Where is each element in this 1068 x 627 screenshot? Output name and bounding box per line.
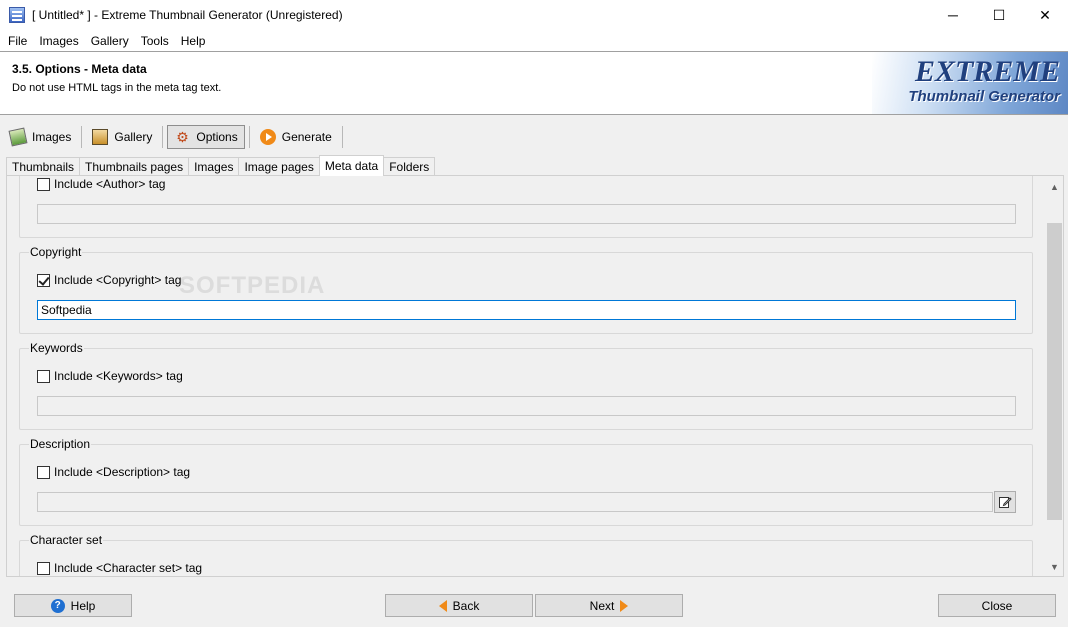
edit-description-button[interactable] (994, 491, 1016, 513)
scrollbar-thumb[interactable] (1047, 223, 1062, 520)
copyright-field[interactable]: Softpedia (37, 300, 1016, 320)
menu-help[interactable]: Help (175, 34, 212, 48)
keywords-checkbox-label: Include <Keywords> tag (54, 369, 183, 383)
images-step-button[interactable]: Images (4, 125, 77, 149)
keywords-checkbox[interactable] (37, 369, 50, 383)
charset-checkbox-row[interactable]: Include <Character set> tag (37, 561, 202, 575)
edit-icon (999, 497, 1012, 508)
author-checkbox-row[interactable]: Include <Author> tag (37, 177, 165, 191)
menu-gallery[interactable]: Gallery (85, 34, 135, 48)
gears-icon: ⚙ (176, 129, 189, 145)
product-logo: EXTREME Thumbnail Generator (872, 52, 1068, 114)
next-button[interactable]: Next (535, 594, 683, 617)
gallery-step-button[interactable]: Gallery (86, 125, 158, 149)
toolbar-separator (162, 126, 164, 148)
maximize-button[interactable]: ☐ (976, 0, 1022, 30)
title-bar: [ Untitled* ] - Extreme Thumbnail Genera… (0, 0, 1068, 30)
keywords-checkbox-row[interactable]: Include <Keywords> tag (37, 369, 183, 383)
generate-step-label: Generate (281, 130, 332, 144)
menu-file[interactable]: File (2, 34, 33, 48)
step-toolbar: Images Gallery ⚙ Options Generate (0, 123, 347, 151)
options-step-button[interactable]: ⚙ Options (167, 125, 245, 149)
gallery-icon (92, 129, 109, 145)
copyright-group-label: Copyright (29, 245, 83, 259)
close-window-button[interactable]: ✕ (1022, 0, 1068, 30)
description-group (19, 444, 1033, 526)
toolbar-separator (248, 126, 250, 148)
menu-tools[interactable]: Tools (135, 34, 175, 48)
vertical-scrollbar[interactable]: ▲ ▼ (1046, 176, 1063, 576)
generate-step-button[interactable]: Generate (254, 125, 338, 149)
keywords-group (19, 348, 1033, 430)
back-arrow-icon (438, 599, 447, 612)
copyright-checkbox[interactable] (37, 273, 50, 287)
window-title: [ Untitled* ] - Extreme Thumbnail Genera… (32, 8, 343, 22)
close-button[interactable]: Close (938, 594, 1056, 617)
gallery-step-label: Gallery (114, 130, 153, 144)
charset-checkbox-label: Include <Character set> tag (54, 561, 203, 575)
copyright-checkbox-label: Include <Copyright> tag (54, 273, 182, 287)
logo-title: EXTREME (914, 55, 1060, 88)
author-checkbox[interactable] (37, 177, 50, 191)
minimize-button[interactable]: ─ (930, 0, 976, 30)
copyright-checkbox-row[interactable]: Include <Copyright> tag (37, 273, 181, 287)
toolbar-separator (341, 126, 343, 148)
close-button-label: Close (981, 598, 1013, 613)
app-icon (9, 7, 25, 23)
copyright-group (19, 252, 1033, 334)
window-controls: ─ ☐ ✕ (930, 0, 1068, 30)
help-button[interactable]: ? Help (14, 594, 132, 617)
tab-thumbnails[interactable]: Thumbnails (6, 157, 81, 176)
tab-images[interactable]: Images (188, 157, 240, 176)
description-field[interactable] (37, 492, 993, 512)
next-button-label: Next (589, 598, 615, 613)
next-arrow-icon (620, 599, 629, 612)
options-tabs: Thumbnails Thumbnails pages Images Image… (6, 155, 436, 176)
options-step-label: Options (196, 130, 238, 144)
help-button-label: Help (70, 598, 96, 613)
charset-group-label: Character set (29, 533, 104, 547)
menu-bar: File Images Gallery Tools Help (0, 30, 1068, 51)
toolbar-separator (81, 126, 83, 148)
tab-image-pages[interactable]: Image pages (238, 157, 320, 176)
description-group-label: Description (29, 437, 92, 451)
back-button-label: Back (452, 598, 480, 613)
keywords-field[interactable] (37, 396, 1016, 416)
description-checkbox[interactable] (37, 465, 50, 479)
page-subtitle: Do not use HTML tags in the meta tag tex… (12, 82, 222, 94)
wizard-header: 3.5. Options - Meta data Do not use HTML… (0, 51, 1068, 115)
help-icon: ? (50, 598, 65, 613)
scroll-down-icon[interactable]: ▼ (1046, 558, 1063, 575)
back-button[interactable]: Back (385, 594, 533, 617)
description-checkbox-label: Include <Description> tag (54, 465, 191, 479)
tab-folders[interactable]: Folders (383, 157, 436, 176)
charset-checkbox[interactable] (37, 561, 50, 575)
page-title: 3.5. Options - Meta data (12, 62, 147, 76)
menu-images[interactable]: Images (33, 34, 84, 48)
author-field[interactable] (37, 204, 1016, 224)
images-icon (8, 127, 28, 147)
tab-meta-data[interactable]: Meta data (318, 155, 385, 176)
meta-data-panel: SOFTPEDIA Include <Author> tag Copyright… (6, 175, 1064, 577)
author-checkbox-label: Include <Author> tag (54, 177, 166, 191)
tab-thumbnails-pages[interactable]: Thumbnails pages (79, 157, 190, 176)
scroll-up-icon[interactable]: ▲ (1046, 178, 1063, 195)
description-checkbox-row[interactable]: Include <Description> tag (37, 465, 190, 479)
logo-subtitle: Thumbnail Generator (908, 88, 1060, 105)
play-icon (259, 129, 276, 145)
images-step-label: Images (32, 130, 72, 144)
keywords-group-label: Keywords (29, 341, 84, 355)
